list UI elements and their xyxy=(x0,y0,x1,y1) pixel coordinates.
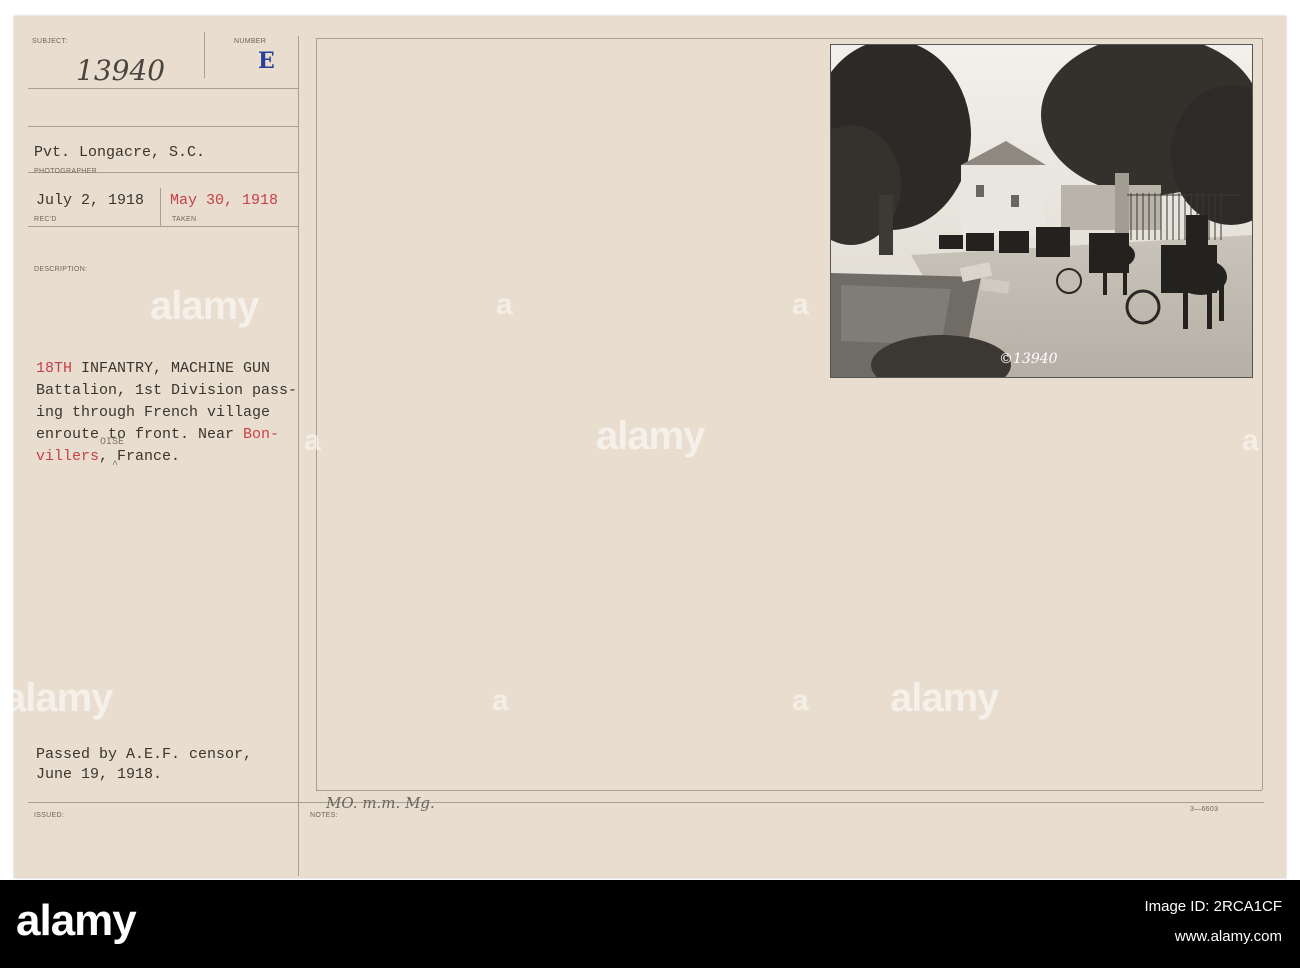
dates-divider xyxy=(160,188,161,226)
rule-subject xyxy=(28,88,298,89)
watermark-center: alamy xyxy=(596,414,705,458)
form-number: 3—6603 xyxy=(1190,806,1219,813)
subject-number-divider xyxy=(204,32,205,78)
label-subject: SUBJECT: xyxy=(32,38,68,45)
watermark-left-bottom: alamy xyxy=(4,676,113,720)
censor-line-1: Passed by A.E.F. censor, xyxy=(36,746,253,763)
unit-number: 18TH xyxy=(36,360,73,377)
footer-image-id: Image ID: 2RCA1CF xyxy=(1144,898,1282,915)
notes-handwriting: MO. m.m. Mg. xyxy=(326,794,435,812)
description-line-2: Battalion, 1st Division pass- xyxy=(36,382,298,399)
handwritten-insert: OISE xyxy=(100,437,125,448)
left-column-divider xyxy=(298,36,299,876)
label-issued: ISSUED: xyxy=(34,812,65,819)
label-recd: REC'D xyxy=(34,216,57,223)
panel-top-edge xyxy=(316,38,1262,39)
description-line-1-text: INFANTRY, MACHINE GUN xyxy=(72,360,271,377)
description-line-3: ing through French village xyxy=(36,404,271,421)
watermark-a-2: a xyxy=(792,288,809,321)
footer-image-id-value: 2RCA1CF xyxy=(1213,898,1282,915)
watermark-a-4: a xyxy=(1242,424,1259,457)
taken-date: May 30, 1918 xyxy=(170,192,279,209)
label-notes: NOTES: xyxy=(310,812,338,819)
watermark-a-5: a xyxy=(492,684,509,717)
panel-left-edge xyxy=(316,38,317,790)
censor-line-2: June 19, 1918. xyxy=(36,766,163,783)
photographer-name: Pvt. Longacre, S.C. xyxy=(34,144,206,161)
label-description: DESCRIPTION: xyxy=(34,266,88,273)
panel-right-edge xyxy=(1262,38,1263,790)
description-line-4-text: enroute to front. Near xyxy=(36,426,244,443)
rule-top-block xyxy=(28,126,298,127)
label-photographer: PHOTOGRAPHER xyxy=(34,168,97,175)
panel-bottom-edge xyxy=(316,790,1262,791)
footer-url: www.alamy.com xyxy=(1174,928,1282,945)
number-stamp: E xyxy=(258,48,275,74)
watermark-a-1: a xyxy=(496,288,513,321)
rule-issued xyxy=(28,802,1264,803)
label-taken: TAKEN xyxy=(172,216,197,223)
photograph: ©13940 xyxy=(830,44,1253,378)
watermark-a-6: a xyxy=(792,684,809,717)
subject-number: 13940 xyxy=(76,54,166,87)
place-name-part-2: villers xyxy=(36,448,100,465)
watermark-footer: alamy Image ID: 2RCA1CF www.alamy.com xyxy=(0,880,1300,968)
label-number: NUMBER xyxy=(234,38,267,45)
watermark-a-3: a xyxy=(304,424,321,457)
insert-caret: ^ xyxy=(112,460,119,471)
place-name-part-1: Bon- xyxy=(243,426,280,443)
watermark-left-top: alamy xyxy=(150,284,259,328)
photo-caption: ©13940 xyxy=(999,351,1058,367)
record-card: SUBJECT: NUMBER PHOTOGRAPHER REC'D TAKEN… xyxy=(4,16,1286,878)
description-line-4: enroute to front. Near Bon- xyxy=(36,426,279,443)
description-line-5: villers, France. xyxy=(36,448,180,465)
watermark-right-bottom: alamy xyxy=(890,676,999,720)
footer-logo: alamy xyxy=(16,896,137,945)
rule-dates xyxy=(28,226,298,227)
received-date: July 2, 1918 xyxy=(36,192,145,209)
description-line-1: 18TH INFANTRY, MACHINE GUN xyxy=(36,360,270,377)
photograph-illustration xyxy=(831,45,1252,377)
